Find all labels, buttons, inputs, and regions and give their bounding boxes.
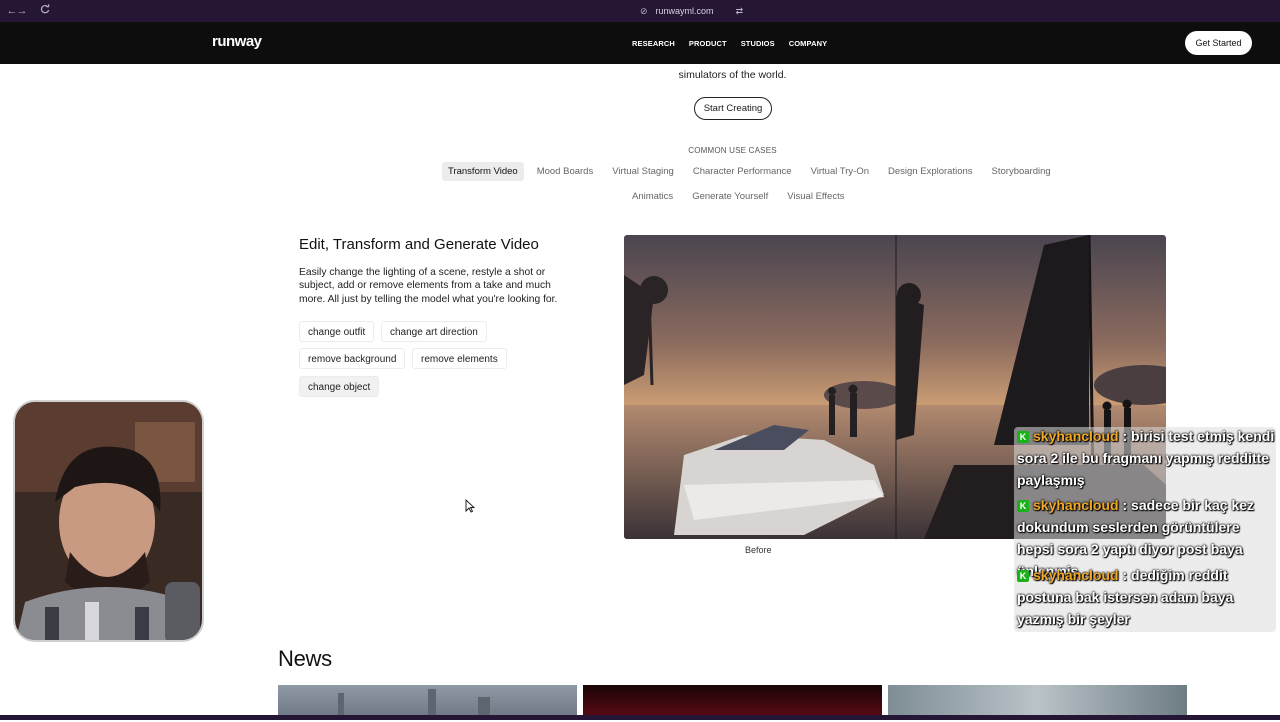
forward-arrow-icon[interactable]: → (14, 3, 30, 19)
tune-icon[interactable]: ⇄ (736, 6, 744, 17)
tab-animatics[interactable]: Animatics (626, 187, 679, 206)
chip-change-object[interactable]: change object (299, 376, 380, 397)
address-bar[interactable]: ⊘ runwayml.com ⇄ (640, 4, 750, 18)
reload-icon[interactable] (37, 3, 53, 19)
chip-remove-background[interactable]: remove background (299, 348, 406, 369)
use-cases-title: COMMON USE CASES (688, 146, 777, 155)
site-header: runway RESEARCH PRODUCT STUDIOS COMPANY … (0, 22, 1280, 64)
main-menu: RESEARCH PRODUCT STUDIOS COMPANY (632, 39, 827, 48)
hero-subtitle: simulators of the world. (678, 69, 787, 81)
chat-username: skyhancloud (1033, 497, 1119, 513)
media-caption: Before (745, 545, 772, 555)
tab-virtual-try-on[interactable]: Virtual Try-On (805, 162, 875, 181)
chip-change-art-direction[interactable]: change art direction (381, 321, 487, 342)
url-text: runwayml.com (655, 6, 714, 16)
runway-logo[interactable]: runway (212, 33, 262, 50)
tab-visual-effects[interactable]: Visual Effects (781, 187, 850, 206)
chip-remove-elements[interactable]: remove elements (412, 348, 507, 369)
chat-message: Kskyhancloud : dediğim reddit postuna ba… (1017, 567, 1234, 627)
bottom-frame (0, 715, 1280, 720)
news-card-image[interactable] (583, 685, 882, 717)
feature-title: Edit, Transform and Generate Video (299, 236, 539, 253)
tab-virtual-staging[interactable]: Virtual Staging (606, 162, 680, 181)
tab-mood-boards[interactable]: Mood Boards (531, 162, 600, 181)
chat-username: skyhancloud (1033, 567, 1119, 583)
feature-description: Easily change the lighting of a scene, r… (299, 267, 558, 305)
tab-transform-video[interactable]: Transform Video (442, 162, 524, 181)
link-icon: ⊘ (640, 5, 648, 16)
webcam-overlay (13, 400, 204, 642)
menu-item-research[interactable]: RESEARCH (632, 39, 675, 48)
use-cases-row-2: Animatics Generate Yourself Visual Effec… (626, 187, 857, 206)
get-started-button[interactable]: Get Started (1185, 31, 1252, 55)
chat-username: skyhancloud (1033, 428, 1119, 444)
news-card-image[interactable] (278, 685, 577, 717)
tab-character-performance[interactable]: Character Performance (687, 162, 798, 181)
chat-message: Kskyhancloud : birisi test etmiş kendi s… (1017, 428, 1275, 488)
tab-design-explorations[interactable]: Design Explorations (882, 162, 979, 181)
chat-badge-icon: K (1017, 570, 1029, 582)
news-heading: News (278, 646, 332, 671)
chip-change-outfit[interactable]: change outfit (299, 321, 375, 342)
chat-badge-icon: K (1017, 431, 1029, 443)
news-card-image[interactable] (888, 685, 1187, 717)
chat-badge-icon: K (1017, 500, 1029, 512)
menu-item-studios[interactable]: STUDIOS (741, 39, 775, 48)
menu-item-company[interactable]: COMPANY (789, 39, 827, 48)
use-cases-row-1: Transform Video Mood Boards Virtual Stag… (442, 162, 1064, 181)
start-creating-button[interactable]: Start Creating (694, 97, 772, 120)
browser-toolbar: ← → ⊘ runwayml.com ⇄ (0, 0, 1280, 22)
tab-generate-yourself[interactable]: Generate Yourself (686, 187, 774, 206)
menu-item-product[interactable]: PRODUCT (689, 39, 727, 48)
tab-storyboarding[interactable]: Storyboarding (986, 162, 1057, 181)
cursor-icon (465, 498, 476, 518)
